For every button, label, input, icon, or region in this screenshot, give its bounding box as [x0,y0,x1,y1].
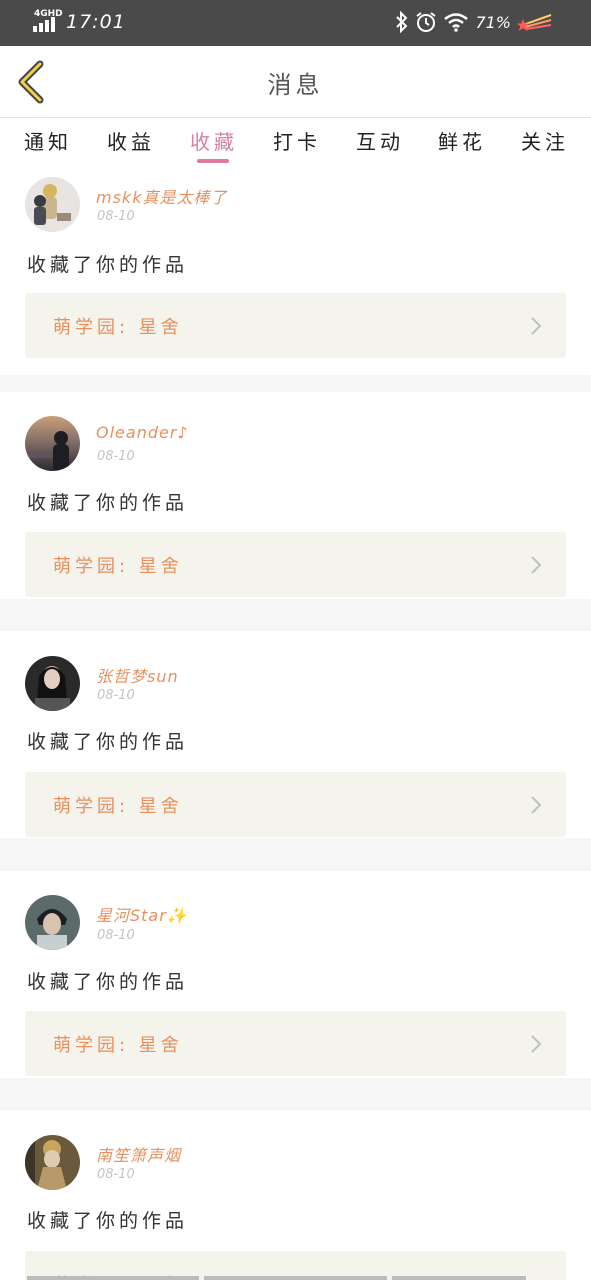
alarm-icon [416,12,437,32]
work-link[interactable]: 萌学园: 星舍 [25,532,566,597]
message-text: 收藏了你的作品 [27,254,189,276]
timestamp: 08-10 [97,928,135,943]
message-text: 收藏了你的作品 [27,1210,189,1232]
work-link[interactable]: 萌学园: 星舍 [25,293,566,358]
avatar[interactable] [25,416,80,471]
message-text: 收藏了你的作品 [27,492,189,514]
tab-interactions[interactable]: 互动 [350,126,410,155]
list-item: mskk真是太棒了 08-10 收藏了你的作品 萌学园: 星舍 [0,168,591,375]
wifi-icon [444,13,469,32]
work-link[interactable]: 萌学园: 星舍 [25,772,566,837]
bluetooth-icon [396,11,408,33]
avatar[interactable] [25,177,80,232]
header: 消息 [0,46,591,118]
gesture-bar-segment [204,1276,387,1280]
avatar[interactable] [25,656,80,711]
list-item: Oleander♪ 08-10 收藏了你的作品 萌学园: 星舍 [0,392,591,599]
active-tab-indicator [197,159,229,163]
gesture-bar-segment [392,1276,526,1280]
clock: 17:01 [66,11,126,33]
work-title: 萌学园: 星舍 [53,1035,183,1056]
message-text: 收藏了你的作品 [27,971,189,993]
timestamp: 08-10 [97,449,135,464]
page-title: 消息 [267,71,324,99]
chevron-right-icon [531,556,542,574]
work-title: 萌学园: 星舍 [53,796,183,817]
tab-notifications[interactable]: 通知 [18,126,78,155]
tab-flowers[interactable]: 鲜花 [432,126,492,155]
gesture-bar-segment [27,1276,199,1280]
tab-follows[interactable]: 关注 [515,126,575,155]
username[interactable]: 南笙箫声烟 [96,1142,181,1166]
chevron-right-icon [531,1035,542,1053]
timestamp: 08-10 [97,688,135,703]
chevron-right-icon [531,796,542,814]
shooting-star-icon [517,14,552,31]
list-item: 星河Star✨ 08-10 收藏了你的作品 萌学园: 星舍 [0,871,591,1078]
tab-bar: 通知 收益 收藏 打卡 互动 鲜花 关注 [0,118,591,168]
avatar[interactable] [25,895,80,950]
network-type: 4GHD [34,9,63,19]
timestamp: 08-10 [97,209,135,224]
timestamp: 08-10 [97,1167,135,1182]
tab-checkin[interactable]: 打卡 [267,126,327,155]
avatar[interactable] [25,1135,80,1190]
tab-earnings[interactable]: 收益 [101,126,161,155]
battery-percent: 71% [475,12,511,32]
work-title: 萌学园: 星舍 [53,317,183,338]
tab-favorites[interactable]: 收藏 [184,126,244,155]
work-title: 萌学园: 星舍 [53,556,183,577]
username[interactable]: 星河Star✨ [96,902,188,926]
chevron-right-icon [531,317,542,335]
message-text: 收藏了你的作品 [27,731,189,753]
list-item: 南笙箫声烟 08-10 收藏了你的作品 萌学园: 星舍 [0,1110,591,1280]
work-link[interactable]: 萌学园: 星舍 [25,1011,566,1076]
username[interactable]: 张哲梦sun [96,663,179,687]
username[interactable]: Oleander♪ [96,423,189,442]
status-bar: 4GHD 17:01 71% [0,0,591,46]
list-item: 张哲梦sun 08-10 收藏了你的作品 萌学园: 星舍 [0,631,591,838]
username[interactable]: mskk真是太棒了 [96,184,227,208]
